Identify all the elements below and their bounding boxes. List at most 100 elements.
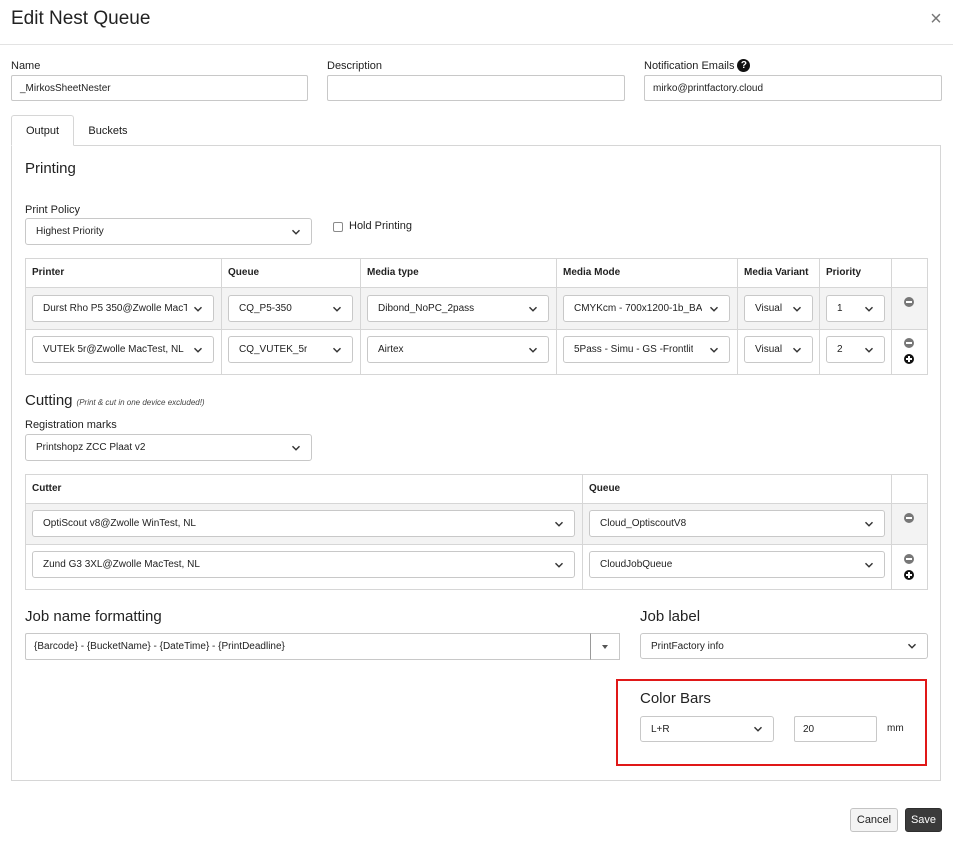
printer-select[interactable]: Durst Rho P5 350@Zwolle MacTest, NL <box>32 295 214 322</box>
color-bars-position-select[interactable]: L+R <box>640 716 774 742</box>
chevron-down-icon <box>291 229 301 235</box>
chevron-down-icon <box>291 445 301 451</box>
modal-title: Edit Nest Queue <box>11 8 151 29</box>
emails-value: mirko@printfactory.cloud <box>653 82 763 94</box>
job-name-field[interactable]: {Barcode} - {BucketName} - {DateTime} - … <box>25 633 591 660</box>
job-label-title: Job label <box>640 608 701 625</box>
chevron-down-icon <box>709 347 719 353</box>
chevron-down-icon <box>332 347 342 353</box>
cut-queue-value: CloudJobQueue <box>600 559 673 570</box>
chevron-down-icon <box>864 562 874 568</box>
job-name-value: {Barcode} - {BucketName} - {DateTime} - … <box>34 641 285 652</box>
media-variant-select[interactable]: Visual <box>744 336 813 363</box>
registration-marks-select[interactable]: Printshopz ZCC Plaat v2 <box>25 434 312 461</box>
color-bars-unit: mm <box>887 723 904 734</box>
chevron-down-icon <box>907 643 917 649</box>
help-icon[interactable]: ? <box>737 59 751 72</box>
col-printer: Printer <box>32 267 65 278</box>
caret-down-icon <box>602 644 608 649</box>
cancel-button[interactable]: Cancel <box>850 808 898 832</box>
media-variant-value: Visual <box>755 303 783 314</box>
printing-title: Printing <box>25 160 76 177</box>
hold-printing-checkbox[interactable] <box>333 222 343 232</box>
print-policy-select[interactable]: Highest Priority <box>25 218 312 245</box>
col-media-variant: Media Variant <box>744 267 809 278</box>
name-field[interactable]: _MirkosSheetNester <box>11 75 308 101</box>
hold-printing-label: Hold Printing <box>349 220 412 232</box>
media-type-select[interactable]: Dibond_NoPC_2pass <box>367 295 549 322</box>
chevron-down-icon <box>193 347 203 353</box>
tab-buckets-label: Buckets <box>88 124 128 137</box>
header-divider <box>0 44 953 45</box>
grid-divider <box>25 544 928 545</box>
media-variant-select[interactable]: Visual <box>744 295 813 322</box>
media-mode-value: CMYKcm - 700x1200-1b_BA <box>574 303 703 314</box>
add-row-icon[interactable] <box>904 354 914 364</box>
save-button[interactable]: Save <box>905 808 942 832</box>
registration-marks-label: Registration marks <box>25 419 117 431</box>
print-policy-label: Print Policy <box>25 204 81 216</box>
media-mode-select[interactable]: CMYKcm - 700x1200-1b_BA <box>563 295 730 322</box>
queue-value: CQ_P5-350 <box>239 303 292 314</box>
cutter-select[interactable]: Zund G3 3XL@Zwolle MacTest, NL <box>32 551 575 578</box>
priority-select[interactable]: 1 <box>826 295 885 322</box>
priority-select[interactable]: 2 <box>826 336 885 363</box>
description-label: Description <box>327 60 383 72</box>
cutting-note: (Print & cut in one device excluded!) <box>76 398 205 407</box>
close-icon[interactable]: × <box>926 9 946 29</box>
remove-row-icon[interactable] <box>904 338 914 348</box>
color-bars-size-input[interactable]: 20 <box>794 716 877 742</box>
print-policy-value: Highest Priority <box>36 226 104 237</box>
media-mode-select[interactable]: 5Pass - Simu - GS -Frontlit <box>563 336 730 363</box>
grid-divider <box>891 474 892 590</box>
job-label-value: PrintFactory info <box>651 640 724 652</box>
remove-row-icon[interactable] <box>904 297 914 307</box>
printer-select[interactable]: VUTEk 5r@Zwolle MacTest, NL <box>32 336 214 363</box>
add-row-icon[interactable] <box>904 570 914 580</box>
cutter-value: Zund G3 3XL@Zwolle MacTest, NL <box>43 559 200 570</box>
cutter-value: OptiScout v8@Zwolle WinTest, NL <box>43 518 196 529</box>
notification-emails-field[interactable]: mirko@printfactory.cloud <box>644 75 942 101</box>
priority-value: 1 <box>837 303 843 314</box>
grid-divider <box>582 474 583 590</box>
grid-divider <box>891 258 892 375</box>
chevron-down-icon <box>864 306 874 312</box>
chevron-down-icon <box>554 562 564 568</box>
grid-divider <box>25 503 928 504</box>
job-label-select[interactable]: PrintFactory info <box>640 633 928 659</box>
queue-select[interactable]: CQ_VUTEK_5r <box>228 336 353 363</box>
emails-label-row: Notification Emails ? <box>644 59 751 72</box>
name-value: _MirkosSheetNester <box>20 82 111 94</box>
job-name-dropdown-button[interactable] <box>590 633 620 660</box>
tab-output[interactable]: Output <box>11 115 74 146</box>
chevron-down-icon <box>709 306 719 312</box>
cutter-select[interactable]: OptiScout v8@Zwolle WinTest, NL <box>32 510 575 537</box>
remove-row-icon[interactable] <box>904 554 914 564</box>
tab-buckets[interactable]: Buckets <box>78 115 138 146</box>
chevron-down-icon <box>753 726 763 732</box>
grid-divider <box>819 258 820 375</box>
col-media-mode: Media Mode <box>563 267 621 278</box>
queue-value: CQ_VUTEK_5r <box>239 344 308 355</box>
grid-divider <box>25 287 928 288</box>
remove-row-icon[interactable] <box>904 513 914 523</box>
chevron-down-icon <box>193 306 203 312</box>
media-type-select[interactable]: Airtex <box>367 336 549 363</box>
priority-value: 2 <box>837 344 843 355</box>
printer-value: VUTEk 5r@Zwolle MacTest, NL <box>43 344 184 355</box>
description-field[interactable] <box>327 75 625 101</box>
color-bars-title: Color Bars <box>640 690 711 707</box>
grid-divider <box>556 258 557 375</box>
color-bars-position-value: L+R <box>651 723 670 735</box>
printer-value: Durst Rho P5 350@Zwolle MacTest, NL <box>43 303 187 314</box>
emails-label: Notification Emails <box>644 59 735 72</box>
col-priority: Priority <box>826 267 862 278</box>
media-mode-value: 5Pass - Simu - GS -Frontlit <box>574 344 694 355</box>
grid-divider <box>221 258 222 375</box>
queue-select[interactable]: CQ_P5-350 <box>228 295 353 322</box>
chevron-down-icon <box>864 347 874 353</box>
media-type-value: Airtex <box>378 344 404 355</box>
cut-queue-select[interactable]: CloudJobQueue <box>589 551 885 578</box>
col-queue: Queue <box>228 267 260 278</box>
cut-queue-select[interactable]: Cloud_OptiscoutV8 <box>589 510 885 537</box>
